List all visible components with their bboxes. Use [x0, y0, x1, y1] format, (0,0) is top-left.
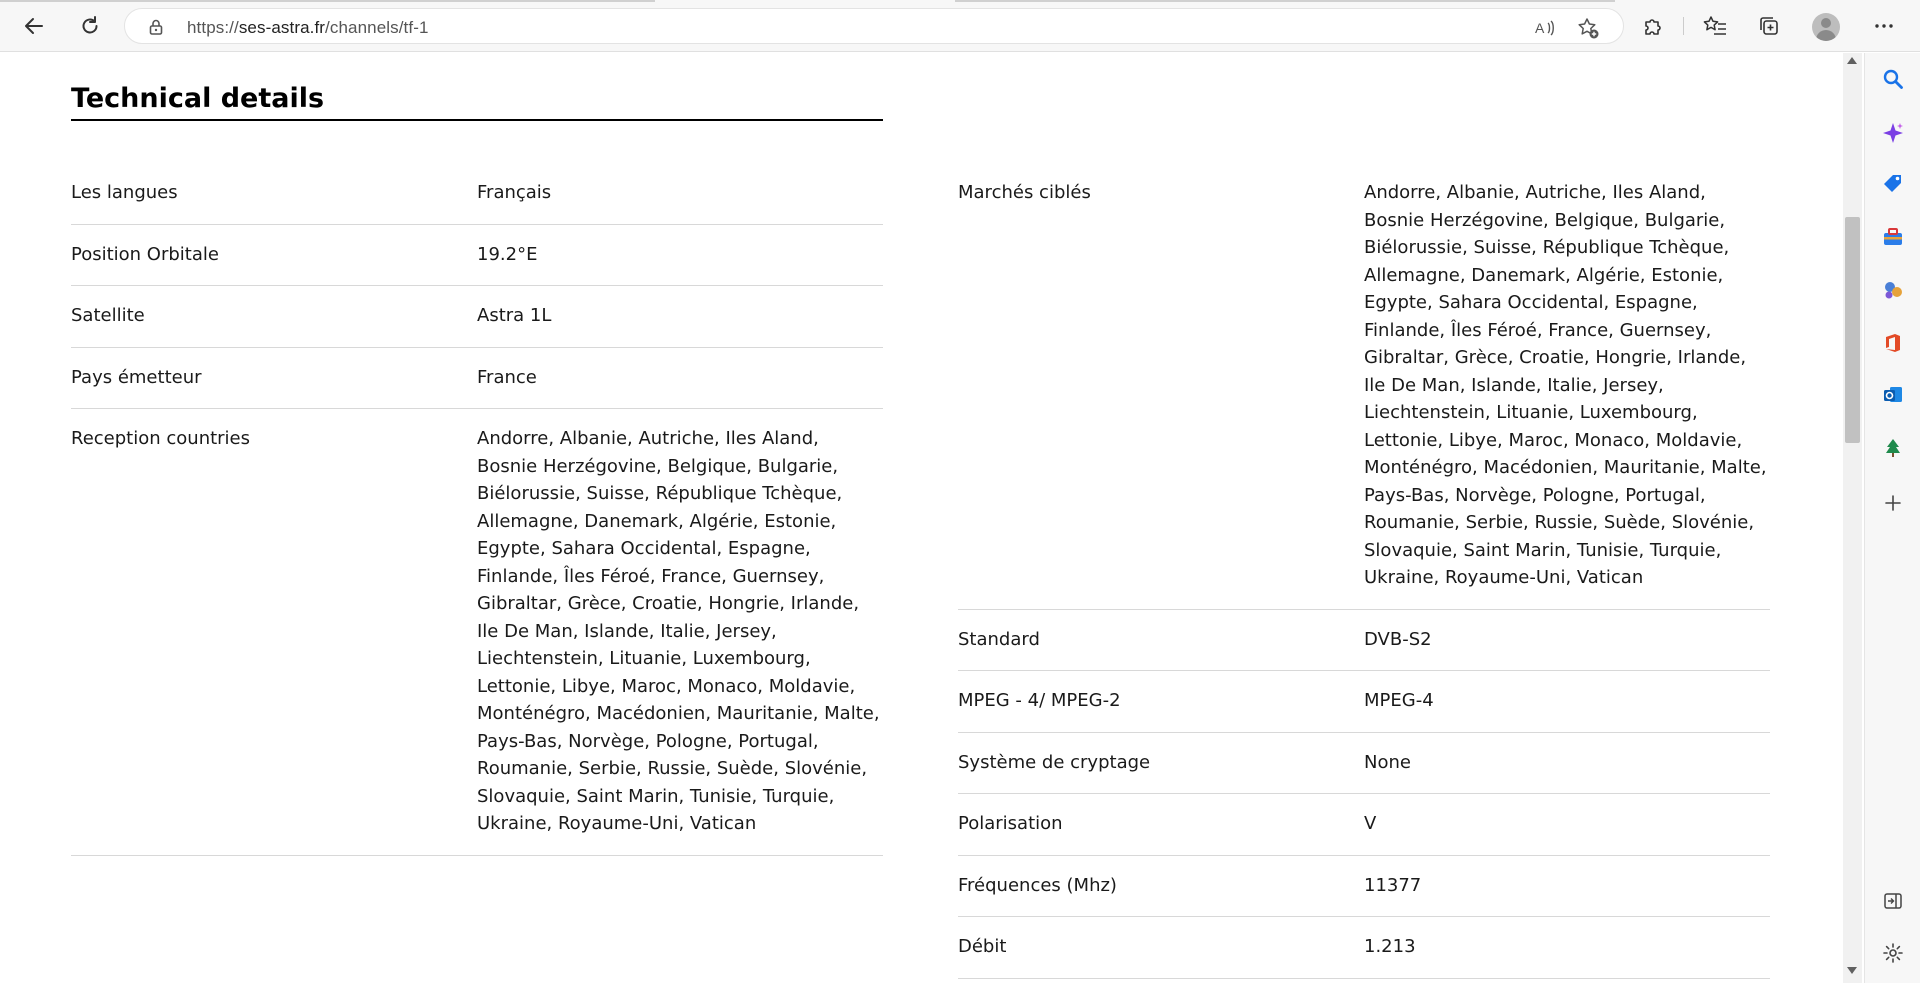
- detail-row-standard: Standard DVB-S2: [958, 610, 1770, 671]
- detail-row-mpeg: MPEG - 4/ MPEG-2 MPEG-4: [958, 671, 1770, 733]
- tab-strip: [0, 0, 1920, 2]
- read-aloud-icon[interactable]: A: [1533, 16, 1557, 40]
- back-button[interactable]: [18, 10, 50, 42]
- refresh-icon: [82, 16, 98, 34]
- detail-value: DVB-S2: [1364, 628, 1432, 650]
- svg-text:A: A: [1535, 20, 1545, 36]
- vertical-scrollbar[interactable]: [1843, 53, 1862, 983]
- detail-row-polarisation: Polarisation V: [958, 794, 1770, 856]
- detail-label: Marchés ciblés: [958, 182, 1091, 203]
- url-host: ses-astra.fr: [238, 18, 326, 37]
- games-icon[interactable]: [1881, 278, 1905, 302]
- scrollbar-thumb[interactable]: [1845, 217, 1860, 443]
- settings-gear-icon[interactable]: [1881, 941, 1905, 965]
- outlook-icon[interactable]: [1881, 383, 1905, 407]
- detail-row-reception-countries: Reception countries Andorre, Albanie, Au…: [71, 409, 883, 856]
- refresh-button[interactable]: [74, 10, 106, 42]
- detail-label: MPEG - 4/ MPEG-2: [958, 690, 1121, 711]
- arrow-left-icon: [25, 18, 43, 34]
- puzzle-icon: [1645, 19, 1661, 35]
- detail-label: Satellite: [71, 305, 145, 326]
- detail-label: Polarisation: [958, 813, 1063, 834]
- detail-value: 11377: [1364, 874, 1422, 896]
- detail-value: Andorre, Albanie, Autriche, Iles Aland, …: [1364, 182, 1767, 588]
- detail-label: Débit: [958, 936, 1007, 957]
- title-underline: [71, 119, 883, 121]
- detail-row-broadcast-country: Pays émetteur France: [71, 348, 883, 409]
- detail-label: Pays émetteur: [71, 366, 202, 388]
- detail-label: Position Orbitale: [71, 243, 219, 265]
- detail-value: Français: [477, 182, 552, 203]
- detail-value: France: [477, 366, 537, 388]
- detail-row-orbital-position: Position Orbitale 19.2°E: [71, 225, 883, 286]
- detail-row-encryption: Système de cryptage None: [958, 733, 1770, 794]
- edge-sidebar: [1864, 53, 1920, 983]
- detail-row-target-markets: Marchés ciblés Andorre, Albanie, Autrich…: [958, 163, 1770, 610]
- more-dots-icon: [1875, 24, 1893, 28]
- url-path: /channels/tf-1: [325, 18, 429, 37]
- detail-row-satellite: Satellite Astra 1L: [71, 286, 883, 348]
- details-left-column: Les langues Français Position Orbitale 1…: [71, 163, 883, 856]
- detail-value: Astra 1L: [477, 305, 552, 326]
- copilot-icon[interactable]: [1881, 121, 1905, 145]
- scroll-up-arrow-icon[interactable]: [1847, 57, 1857, 64]
- detail-value: 1.213: [1364, 936, 1416, 957]
- detail-value: V: [1364, 813, 1377, 834]
- collections-icon: [1760, 17, 1778, 35]
- detail-label: Reception countries: [71, 428, 251, 449]
- office-icon[interactable]: [1881, 331, 1905, 355]
- favorites-button[interactable]: [1699, 10, 1731, 42]
- detail-label: Système de cryptage: [958, 751, 1151, 773]
- toolbar-divider: [1683, 17, 1684, 35]
- detail-row-bitrate: Débit 1.213: [958, 917, 1770, 979]
- section-title: Technical details: [71, 83, 325, 114]
- shopping-tag-icon[interactable]: [1881, 171, 1905, 195]
- collections-button[interactable]: [1753, 10, 1785, 42]
- detail-value: Andorre, Albanie, Autriche, Iles Aland, …: [477, 428, 880, 834]
- detail-row-languages: Les langues Français: [71, 163, 883, 225]
- url-prefix: https://: [187, 18, 239, 37]
- detail-label: Fréquences (Mhz): [958, 874, 1117, 896]
- detail-value: MPEG-4: [1364, 690, 1434, 711]
- tree-icon[interactable]: [1881, 436, 1905, 460]
- search-icon[interactable]: [1881, 67, 1905, 91]
- tools-icon[interactable]: [1881, 225, 1905, 249]
- address-bar[interactable]: https://ses-astra.fr/channels/tf-1 A: [124, 8, 1624, 44]
- detail-label: Les langues: [71, 182, 178, 203]
- browser-toolbar: https://ses-astra.fr/channels/tf-1 A: [0, 0, 1920, 52]
- detail-value: 19.2°E: [477, 243, 538, 265]
- page-content: Technical details Les langues Français P…: [0, 53, 1843, 983]
- star-add-icon[interactable]: [1576, 16, 1600, 40]
- detail-row-frequency: Fréquences (Mhz) 11377: [958, 856, 1770, 917]
- scroll-down-arrow-icon[interactable]: [1847, 967, 1857, 974]
- add-icon[interactable]: [1881, 491, 1905, 515]
- url-text[interactable]: https://ses-astra.fr/channels/tf-1: [187, 18, 429, 38]
- more-button[interactable]: [1868, 10, 1900, 42]
- extensions-button[interactable]: [1637, 10, 1669, 42]
- sidebar-toggle-icon[interactable]: [1881, 889, 1905, 913]
- detail-value: None: [1364, 751, 1411, 773]
- avatar[interactable]: [1812, 13, 1840, 41]
- detail-label: Standard: [958, 628, 1040, 650]
- favorites-list-icon: [1703, 16, 1726, 35]
- lock-icon[interactable]: [147, 18, 165, 36]
- details-right-column: Marchés ciblés Andorre, Albanie, Autrich…: [958, 163, 1770, 979]
